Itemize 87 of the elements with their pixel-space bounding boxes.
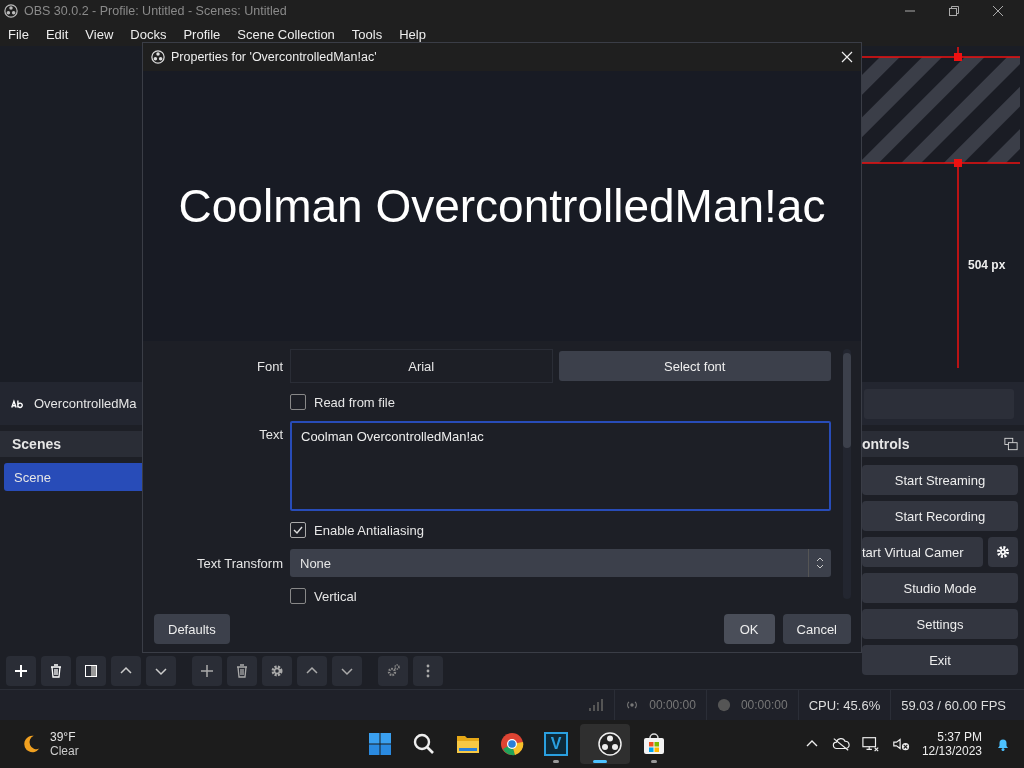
checkbox[interactable] — [290, 394, 306, 410]
move-up-button[interactable] — [111, 656, 141, 686]
running-indicator — [553, 760, 559, 763]
signal-icon — [588, 697, 605, 713]
dialog-title: Properties for 'OvercontrolledMan!ac' — [171, 50, 377, 64]
dock-title: Scenes — [12, 436, 62, 452]
undock-icon[interactable] — [1004, 437, 1018, 451]
checkbox-label: Read from file — [314, 394, 395, 410]
temperature: 39°F — [50, 730, 77, 744]
taskbar-app[interactable] — [580, 724, 630, 764]
menu-item[interactable]: File — [8, 26, 29, 42]
filter-icon — [83, 663, 99, 679]
checkbox-label: Enable Antialiasing — [314, 522, 424, 538]
checkmark-icon — [292, 524, 304, 536]
trash-icon — [48, 663, 64, 679]
windows-logo-icon — [368, 732, 392, 756]
fps-readout: 59.03 / 60.00 FPS — [901, 697, 1006, 713]
delete-button[interactable] — [41, 656, 71, 686]
field-label: Font — [256, 358, 283, 374]
app-logo: V — [544, 732, 568, 756]
move-up-button[interactable] — [297, 656, 327, 686]
gears-icon — [385, 663, 401, 679]
plus-icon — [13, 663, 29, 679]
clock-date: 12/13/2023 — [921, 744, 982, 758]
move-down-button[interactable] — [332, 656, 362, 686]
settings-icon — [269, 663, 285, 679]
text-input[interactable]: Coolman OvercontrolledMan!ac — [290, 421, 831, 511]
scrollbar[interactable] — [843, 349, 851, 599]
font-field: Arial — [290, 349, 553, 383]
control-button[interactable]: Settings — [862, 609, 1018, 639]
obs-logo-icon — [151, 50, 165, 64]
text-transform-dropdown[interactable]: None — [290, 549, 831, 577]
close-icon[interactable] — [992, 5, 1004, 17]
running-indicator — [593, 760, 607, 763]
restore-icon[interactable] — [948, 5, 960, 17]
search-icon — [412, 732, 436, 756]
record-icon — [716, 698, 731, 712]
network-icon[interactable] — [861, 736, 880, 752]
dimension-label: 504 px — [968, 258, 1006, 272]
field-label: Text — [258, 426, 283, 442]
menu-item[interactable]: Profile — [183, 26, 221, 42]
control-button[interactable]: Start Streaming — [862, 465, 1018, 495]
menu-item[interactable]: Scene Collection — [237, 26, 335, 42]
control-button[interactable]: Start Recording — [862, 501, 1018, 531]
obs-logo-icon — [4, 4, 18, 18]
menu-item[interactable]: Docks — [130, 26, 167, 42]
menu-item[interactable]: Help — [399, 26, 426, 42]
trash-icon — [234, 663, 250, 679]
preview-text: Coolman OvercontrolledMan!ac — [178, 179, 826, 233]
weather-condition: Clear — [50, 744, 79, 758]
control-button[interactable]: tart Virtual Camer — [862, 537, 983, 567]
delete-button[interactable] — [227, 656, 257, 686]
window-title: OBS 30.0.2 - Profile: Untitled - Scenes: Untitled — [24, 4, 287, 18]
obs-logo-icon — [598, 732, 622, 756]
checkbox[interactable] — [290, 522, 306, 538]
clock-time: 5:37 PM — [937, 730, 982, 744]
field-label: Text Transform — [196, 555, 283, 571]
speaker-muted-icon[interactable] — [891, 736, 910, 752]
move-down-button[interactable] — [146, 656, 176, 686]
cloud-off-icon[interactable] — [831, 736, 850, 752]
add-button[interactable] — [6, 656, 36, 686]
cancel-button[interactable]: Cancel — [782, 614, 851, 644]
taskbar-app[interactable]: V — [536, 724, 576, 764]
running-indicator — [651, 760, 657, 763]
record-time: 00:00:00 — [740, 698, 788, 712]
advanced-settings-button[interactable] — [378, 656, 408, 686]
checkbox-label: Vertical — [314, 588, 357, 604]
plus-icon — [199, 663, 215, 679]
cpu-usage: CPU: 45.6% — [808, 697, 881, 713]
gear-icon — [995, 544, 1011, 560]
ok-button[interactable]: OK — [723, 614, 775, 644]
select-font-button[interactable]: Select font — [558, 351, 831, 381]
control-button[interactable]: Exit — [862, 645, 1018, 675]
checkbox[interactable] — [290, 588, 306, 604]
menu-item[interactable]: View — [85, 26, 114, 42]
menu-item[interactable]: Edit — [45, 26, 69, 42]
settings-button[interactable] — [988, 537, 1018, 567]
filter-button[interactable] — [76, 656, 106, 686]
menu-item[interactable]: Tools — [351, 26, 383, 42]
store-bag-icon — [642, 732, 666, 756]
control-button[interactable]: Studio Mode — [862, 573, 1018, 603]
settings-button[interactable] — [262, 656, 292, 686]
source-name: OvercontrolledMa — [34, 396, 137, 411]
stream-time: 00:00:00 — [649, 698, 696, 712]
browser-icon — [500, 732, 524, 756]
defaults-button[interactable]: Defaults — [154, 614, 230, 644]
dock-title: ontrols — [862, 436, 910, 452]
